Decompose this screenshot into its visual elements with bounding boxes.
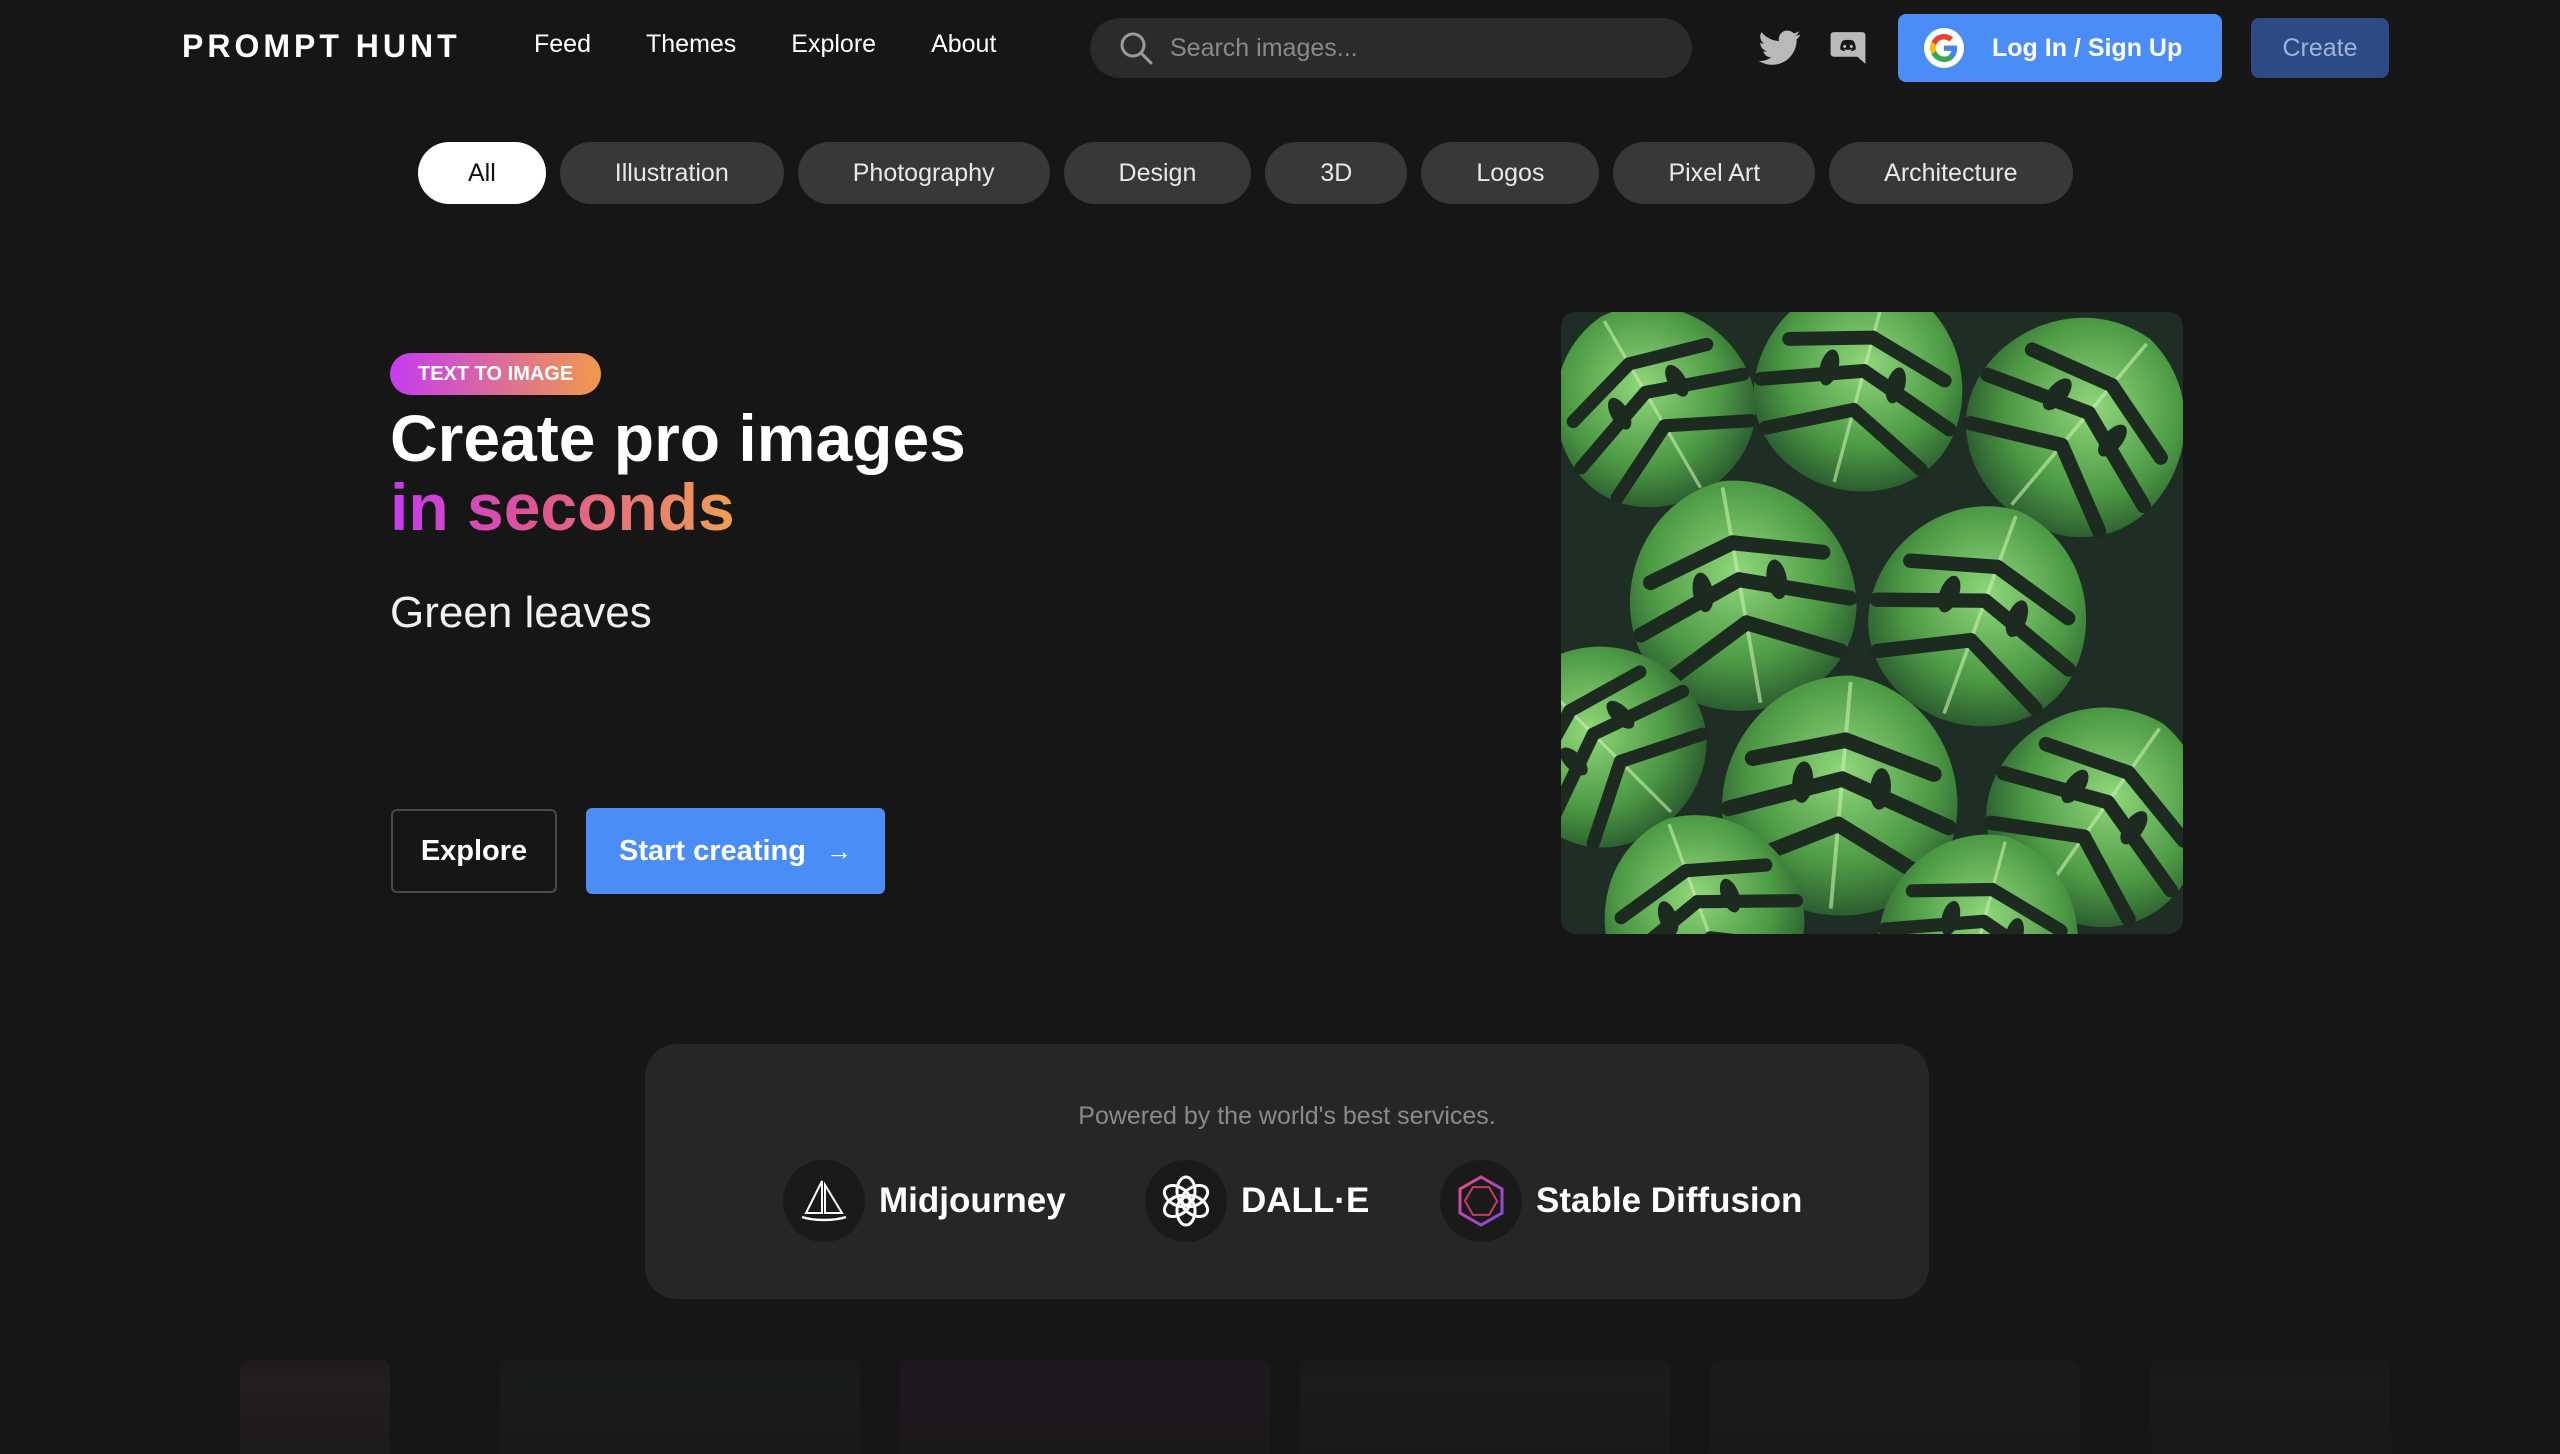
category-3d[interactable]: 3D	[1265, 142, 1408, 204]
search-icon	[1120, 32, 1153, 65]
search-input[interactable]	[1168, 32, 1672, 64]
powered-by-text: Powered by the world's best services.	[1078, 1102, 1496, 1130]
midjourney-icon	[783, 1160, 865, 1242]
stable-diffusion-icon	[1440, 1160, 1522, 1242]
start-creating-label: Start creating	[619, 834, 806, 867]
start-creating-button[interactable]: Start creating →	[586, 808, 885, 894]
hero-prompt-text: Green leaves	[390, 588, 652, 637]
service-midjourney: Midjourney	[783, 1160, 1066, 1242]
explore-button[interactable]: Explore	[391, 809, 557, 893]
search-bar[interactable]	[1090, 18, 1692, 78]
service-name: DALL·E	[1241, 1181, 1370, 1220]
openai-icon	[1145, 1160, 1227, 1242]
site-logo[interactable]: PROMPT HUNT	[182, 28, 461, 65]
service-stable-diffusion: Stable Diffusion	[1440, 1160, 1802, 1242]
category-architecture[interactable]: Architecture	[1829, 142, 2073, 204]
twitter-icon[interactable]	[1756, 24, 1804, 72]
nav-feed[interactable]: Feed	[534, 30, 591, 59]
login-label: Log In / Sign Up	[1992, 33, 2183, 62]
arrow-right-icon: →	[825, 835, 852, 866]
hero-generated-image	[1561, 312, 2183, 934]
category-logos[interactable]: Logos	[1421, 142, 1600, 204]
main-nav: Feed Themes Explore About	[534, 30, 1051, 59]
category-design[interactable]: Design	[1063, 142, 1252, 204]
powered-by-panel: Powered by the world's best services. Mi…	[645, 1044, 1929, 1299]
category-illustration[interactable]: Illustration	[559, 142, 784, 204]
nav-themes[interactable]: Themes	[646, 30, 736, 59]
google-icon	[1924, 28, 1964, 68]
nav-explore[interactable]: Explore	[791, 30, 876, 59]
service-dalle: DALL·E	[1145, 1160, 1369, 1242]
service-name: Stable Diffusion	[1536, 1181, 1803, 1220]
category-photography[interactable]: Photography	[797, 142, 1050, 204]
category-all[interactable]: All	[418, 142, 546, 204]
category-filter: All Illustration Photography Design 3D L…	[418, 142, 2073, 204]
hero-title: Create pro images	[390, 401, 966, 475]
nav-about[interactable]: About	[931, 30, 996, 59]
login-signup-button[interactable]: Log In / Sign Up	[1898, 14, 2222, 82]
create-button[interactable]: Create	[2251, 18, 2389, 78]
gallery-fade-overlay	[0, 1300, 2560, 1454]
category-pixel-art[interactable]: Pixel Art	[1613, 142, 1816, 204]
text-to-image-badge: TEXT TO IMAGE	[390, 353, 602, 395]
top-navbar: PROMPT HUNT Feed Themes Explore About Se…	[0, 0, 2560, 96]
service-name: Midjourney	[879, 1181, 1066, 1220]
discord-icon[interactable]	[1824, 24, 1872, 72]
hero-title-highlight: in seconds	[390, 470, 735, 544]
